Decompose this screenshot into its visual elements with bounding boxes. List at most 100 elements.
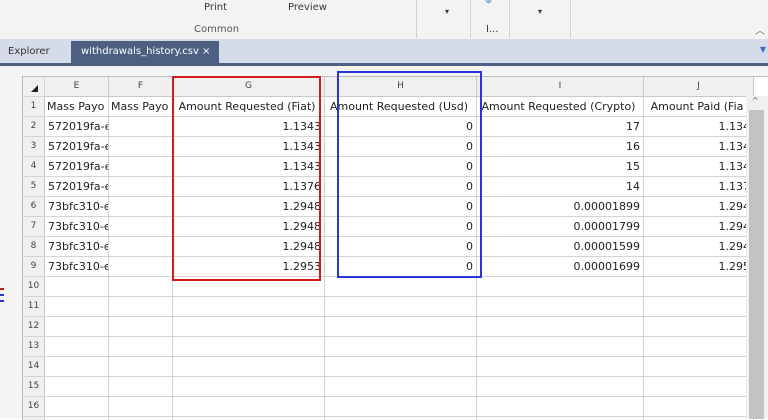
table-cell[interactable] xyxy=(109,257,173,277)
table-cell[interactable] xyxy=(173,377,325,397)
table-cell[interactable] xyxy=(45,397,109,417)
column-title-cell[interactable]: Amount Requested (Fiat) xyxy=(173,97,325,117)
table-cell[interactable]: 1.134 xyxy=(644,137,754,157)
table-cell[interactable] xyxy=(477,377,644,397)
table-cell[interactable]: 1.134 xyxy=(644,157,754,177)
column-header[interactable]: I xyxy=(477,77,644,97)
table-cell[interactable]: 1.1343 xyxy=(173,117,325,137)
table-cell[interactable]: 1.1376 xyxy=(173,177,325,197)
column-header[interactable]: E xyxy=(45,77,109,97)
table-cell[interactable] xyxy=(644,277,754,297)
table-cell[interactable] xyxy=(45,297,109,317)
table-cell[interactable] xyxy=(109,117,173,137)
row-number[interactable]: 15 xyxy=(23,377,45,397)
row-number[interactable]: 2 xyxy=(23,117,45,137)
ribbon-more-button[interactable]: I... xyxy=(486,24,499,35)
row-number[interactable]: 11 xyxy=(23,297,45,317)
table-cell[interactable]: 1.295 xyxy=(644,257,754,277)
table-cell[interactable] xyxy=(109,397,173,417)
table-cell[interactable] xyxy=(477,337,644,357)
table-cell[interactable]: 0 xyxy=(325,137,477,157)
table-cell[interactable]: 0 xyxy=(325,217,477,237)
table-cell[interactable]: 73bfc310-e3ed-48cd- xyxy=(45,257,109,277)
print-button[interactable]: Print xyxy=(204,2,227,13)
table-cell[interactable] xyxy=(173,277,325,297)
table-cell[interactable]: 16 xyxy=(477,137,644,157)
table-cell[interactable] xyxy=(109,317,173,337)
row-number[interactable]: 16 xyxy=(23,397,45,417)
row-number[interactable]: 4 xyxy=(23,157,45,177)
column-header[interactable]: G xyxy=(173,77,325,97)
table-cell[interactable]: 572019fa-ea66-46ce- xyxy=(45,177,109,197)
table-cell[interactable] xyxy=(325,357,477,377)
table-cell[interactable] xyxy=(173,297,325,317)
column-title-cell[interactable]: Amount Requested (Crypto) xyxy=(477,97,644,117)
table-cell[interactable] xyxy=(325,337,477,357)
table-cell[interactable]: 1.2953 xyxy=(173,257,325,277)
table-cell[interactable] xyxy=(109,377,173,397)
row-number[interactable]: 6 xyxy=(23,197,45,217)
table-cell[interactable] xyxy=(45,357,109,377)
tab-explorer[interactable]: Explorer xyxy=(0,41,70,63)
table-cell[interactable] xyxy=(477,357,644,377)
table-cell[interactable]: 1.294 xyxy=(644,237,754,257)
table-cell[interactable] xyxy=(45,337,109,357)
table-cell[interactable] xyxy=(173,357,325,377)
column-header[interactable]: J xyxy=(644,77,754,97)
column-title-cell[interactable]: Amount Paid (Fia xyxy=(644,97,754,117)
table-cell[interactable]: 572019fa-ea66-46ce- xyxy=(45,137,109,157)
table-cell[interactable]: 1.2948 xyxy=(173,237,325,257)
scroll-up-arrow-icon[interactable]: ^ xyxy=(752,96,759,105)
ribbon-tool-icon[interactable]: ⚙ xyxy=(485,0,492,5)
table-cell[interactable]: 73bfc310-e3ed-48cd- xyxy=(45,237,109,257)
tab-withdrawals-history[interactable]: withdrawals_history.csv × xyxy=(71,41,219,63)
row-number[interactable]: 10 xyxy=(23,277,45,297)
chevron-up-icon[interactable]: ︿ xyxy=(755,22,765,37)
caret-down-icon[interactable]: ▾ xyxy=(538,7,542,16)
row-number[interactable]: 1 xyxy=(23,97,45,117)
table-cell[interactable] xyxy=(109,217,173,237)
table-cell[interactable]: 73bfc310-e3ed-48cd- xyxy=(45,197,109,217)
column-header[interactable]: H xyxy=(325,77,477,97)
table-cell[interactable]: 17 xyxy=(477,117,644,137)
table-cell[interactable] xyxy=(109,297,173,317)
table-cell[interactable] xyxy=(45,277,109,297)
table-cell[interactable] xyxy=(325,297,477,317)
table-cell[interactable]: 0.00001699 xyxy=(477,257,644,277)
column-title-cell[interactable]: Amount Requested (Usd) xyxy=(325,97,477,117)
table-cell[interactable] xyxy=(173,337,325,357)
table-cell[interactable] xyxy=(325,277,477,297)
table-cell[interactable]: 572019fa-ea66-46ce- xyxy=(45,157,109,177)
table-cell[interactable]: 0 xyxy=(325,157,477,177)
column-title-cell[interactable]: Mass Payo xyxy=(109,97,173,117)
table-cell[interactable]: 1.137 xyxy=(644,177,754,197)
table-cell[interactable] xyxy=(644,377,754,397)
table-cell[interactable] xyxy=(109,237,173,257)
table-cell[interactable]: 1.134 xyxy=(644,117,754,137)
table-cell[interactable] xyxy=(644,357,754,377)
table-cell[interactable]: 1.1343 xyxy=(173,137,325,157)
row-number[interactable]: 12 xyxy=(23,317,45,337)
row-number[interactable]: 14 xyxy=(23,357,45,377)
table-cell[interactable]: 1.1343 xyxy=(173,157,325,177)
table-cell[interactable]: 73bfc310-e3ed-48cd- xyxy=(45,217,109,237)
row-number[interactable]: 9 xyxy=(23,257,45,277)
table-cell[interactable] xyxy=(477,297,644,317)
column-header[interactable]: F xyxy=(109,77,173,97)
table-cell[interactable] xyxy=(477,277,644,297)
row-number[interactable]: 8 xyxy=(23,237,45,257)
table-cell[interactable] xyxy=(109,337,173,357)
table-cell[interactable] xyxy=(477,397,644,417)
row-number[interactable]: 3 xyxy=(23,137,45,157)
table-cell[interactable]: 0.00001799 xyxy=(477,217,644,237)
table-cell[interactable] xyxy=(109,357,173,377)
column-title-cell[interactable]: Mass Payo xyxy=(45,97,109,117)
table-cell[interactable]: 0.00001899 xyxy=(477,197,644,217)
spreadsheet-grid[interactable]: E F G H I J 1 Mass Payo Mass Payo Amount Re… xyxy=(22,76,768,420)
preview-button[interactable]: Preview xyxy=(288,2,327,13)
table-cell[interactable]: 0 xyxy=(325,197,477,217)
table-cell[interactable]: 15 xyxy=(477,157,644,177)
table-cell[interactable]: 1.294 xyxy=(644,217,754,237)
table-cell[interactable] xyxy=(45,317,109,337)
table-cell[interactable] xyxy=(644,337,754,357)
